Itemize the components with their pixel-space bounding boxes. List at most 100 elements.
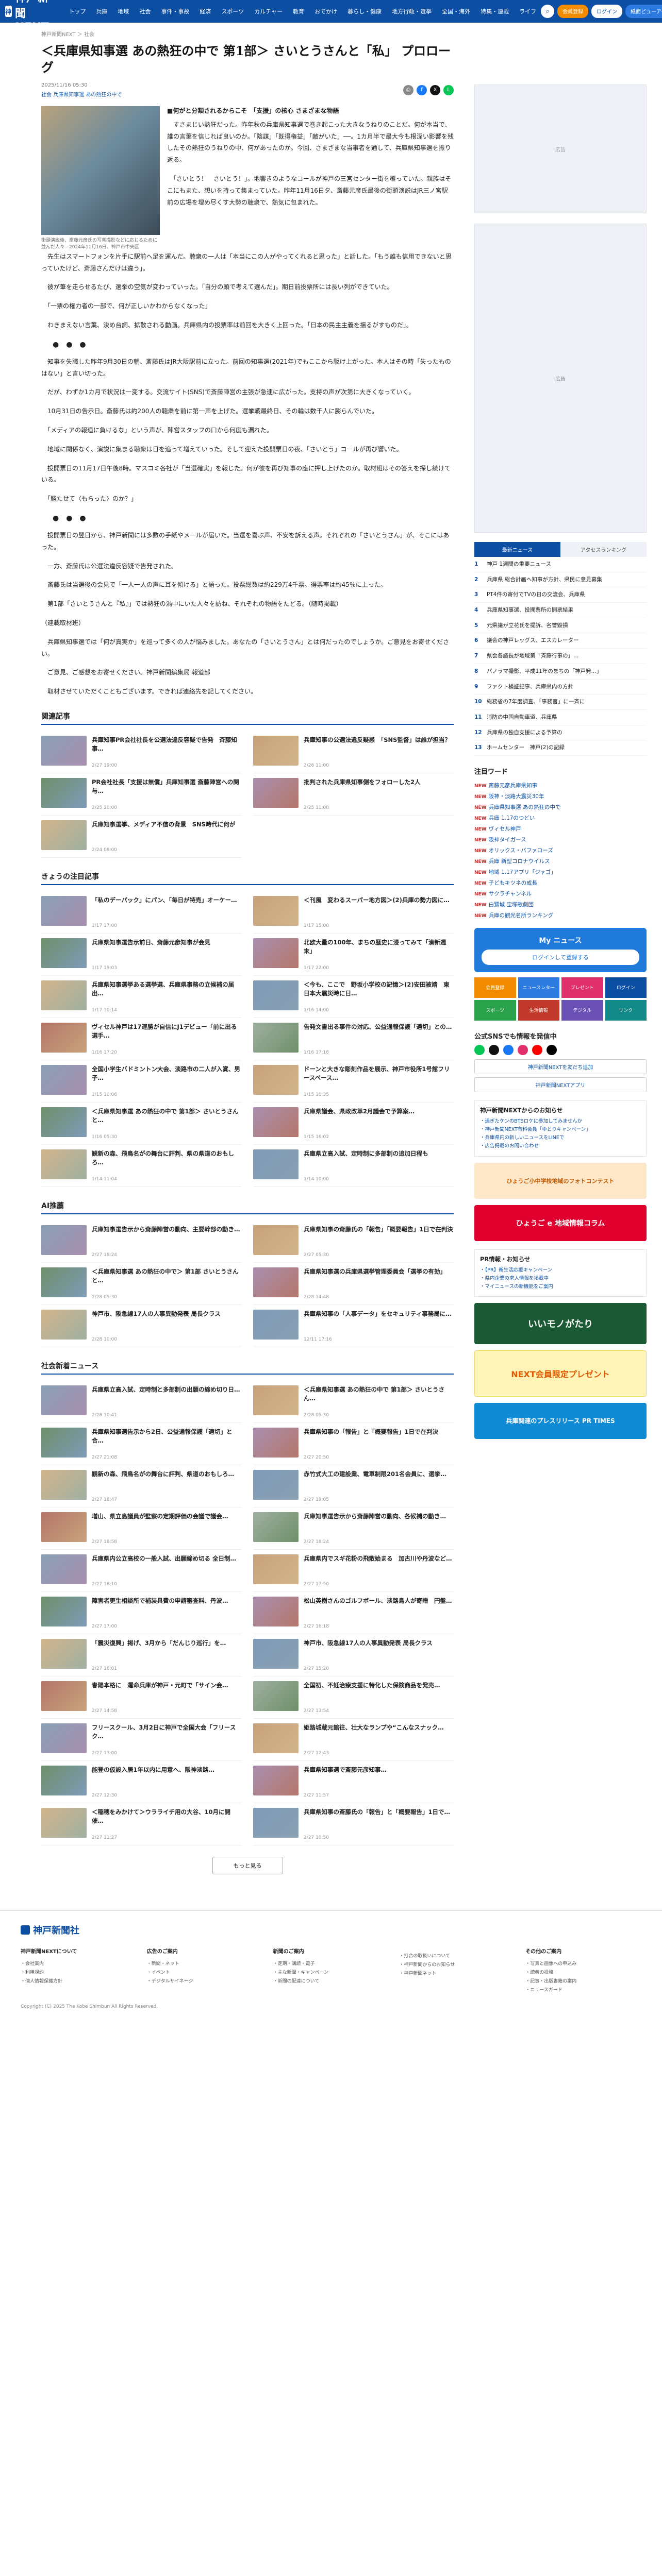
news-title[interactable]: 兵庫県知事選の兵庫県選挙管理委員会「選挙の有効」 bbox=[304, 1267, 454, 1293]
instagram-icon[interactable] bbox=[518, 1044, 528, 1055]
news-card[interactable]: 兵庫県知事の「報告」と「概要報告」1日で在判決 2/27 20:50 bbox=[253, 1423, 454, 1465]
news-card[interactable]: ＜刊風 変わるスーパー地方図＞(2)兵庫の勢力図に… 1/17 15:00 bbox=[253, 891, 454, 934]
news-title[interactable]: 兵庫知事選告示から斎藤陣営の動向、主要幹部の動き… bbox=[92, 1225, 242, 1251]
feature-tile[interactable]: プレゼント bbox=[561, 977, 603, 998]
news-card[interactable]: 批判された兵庫県知事側をフォローした2人 2/25 11:00 bbox=[253, 773, 454, 816]
x-icon[interactable]: X bbox=[430, 84, 440, 95]
news-card[interactable]: 春陽本格に 運命兵庫が神戸・元町で「サイン会… 2/27 14:58 bbox=[41, 1676, 242, 1719]
nav-item[interactable]: 全国・海外 bbox=[437, 4, 475, 19]
news-card[interactable]: 兵庫知事PR会社社長を公選法違反容疑で告発 斉藤知事… 2/27 19:00 bbox=[41, 731, 242, 773]
ranking-item[interactable]: 2 兵庫県 総合計画へ知事が方針、県民に意見募集 bbox=[474, 572, 647, 588]
news-card[interactable]: ヴィセル神戸は17連勝が自信にJ1デビュー「前に出る選手… 1/16 17:20 bbox=[41, 1018, 242, 1060]
news-title[interactable]: 兵庫県知事選告示から2日、公益通報保護「適切」と合… bbox=[92, 1428, 242, 1453]
news-title[interactable]: PR会社社長「支援は無償」兵庫知事選 斎藤陣営への関与… bbox=[92, 778, 242, 804]
news-card[interactable]: 兵庫知事選告示から斎藤陣営の動向、主要幹部の動き… 2/27 18:24 bbox=[41, 1221, 242, 1263]
news-title[interactable]: 「私のデーパック」にパン、「毎日が特売」オーケー… bbox=[92, 896, 242, 922]
news-card[interactable]: ＜稲穂をみかけて＞ウラライチ用の大谷、10月に開催… 2/27 11:27 bbox=[41, 1803, 242, 1845]
news-card[interactable]: 兵庫県内でスギ花粉の飛散始まる 加古川や丹波など… 2/27 17:50 bbox=[253, 1550, 454, 1592]
news-card[interactable]: 観新の森、飛鳥名がの舞台に評判、県の県道のおもしろ… 1/14 11:04 bbox=[41, 1145, 242, 1187]
news-title[interactable]: フリースクール、3月2日に神戸で全国大会「フリースク… bbox=[92, 1723, 242, 1749]
news-card[interactable]: 赤竹式大工の建設業、電車制限201名会員に、選挙… 2/27 19:05 bbox=[253, 1465, 454, 1507]
news-title[interactable]: 全国初、不妊治療支援に特化した保険商品を発売… bbox=[304, 1681, 454, 1707]
notice-link[interactable]: ・神戸新聞NEXT有料会員「ゆとりキャンペーン」 bbox=[480, 1126, 641, 1134]
news-card[interactable]: 兵庫県議会、県政改革2月議会で予算案… 1/15 16:02 bbox=[253, 1103, 454, 1145]
news-card[interactable]: 兵庫県知事の斎藤氏の「報告」と「概要報告」1日で… 2/27 10:50 bbox=[253, 1803, 454, 1845]
attention-item[interactable]: NEW 阪神タイガース bbox=[474, 834, 647, 845]
notice-link[interactable]: ・県内企業の求人情報を掲載中 bbox=[480, 1275, 641, 1283]
feature-tile[interactable]: 生活情報 bbox=[518, 999, 559, 1021]
footer-link[interactable]: ・神戸新聞ネット bbox=[399, 1969, 515, 1977]
news-title[interactable]: ＜今も、ここで 野坂小学校の記憶＞(2)安田被靖 東日本大震災時に日… bbox=[304, 980, 454, 1006]
news-card[interactable]: 北欧大量の100年、まちの歴史に浸ってみて「湊新週末」 1/17 22:00 bbox=[253, 934, 454, 976]
print-icon[interactable]: ⎙ bbox=[403, 84, 413, 95]
news-card[interactable]: 姫路城蔵元館往、壮大なランプや“こんなスナック… 2/27 12:43 bbox=[253, 1719, 454, 1761]
news-title[interactable]: 兵庫県内でスギ花粉の飛散始まる 加古川や丹波など… bbox=[304, 1554, 454, 1580]
news-title[interactable]: 批判された兵庫県知事側をフォローした2人 bbox=[304, 778, 454, 804]
column-banner[interactable]: ひょうご e 地域情報コラム bbox=[474, 1205, 647, 1241]
app-button[interactable]: 神戸新聞NEXTアプリ bbox=[474, 1077, 647, 1092]
search-icon[interactable]: ⌕ bbox=[541, 5, 555, 18]
news-title[interactable]: ＜兵庫県知事選 あの熱狂の中で 第1部＞ さいとうさんと… bbox=[92, 1107, 242, 1133]
nav-item[interactable]: トップ bbox=[64, 4, 90, 19]
news-card[interactable]: 兵庫県知事の斎藤氏の「報告」「概要報告」1日で在判決 2/27 05:30 bbox=[253, 1221, 454, 1263]
news-card[interactable]: フリースクール、3月2日に神戸で全国大会「フリースク… 2/27 13:00 bbox=[41, 1719, 242, 1761]
news-card[interactable]: 「震災復興」掲げ、3月から「だんじり巡行」を… 2/27 16:01 bbox=[41, 1634, 242, 1676]
news-card[interactable]: ＜兵庫県知事選 あの熱狂の中で 第1部＞ さいとうさんと… 1/16 05:30 bbox=[41, 1103, 242, 1145]
news-title[interactable]: 赤竹式大工の建設業、電車制限201名会員に、選挙… bbox=[304, 1470, 454, 1496]
line-icon[interactable]: L bbox=[443, 84, 454, 95]
ranking-item[interactable]: 5 元県議が立花氏を提訴、名誉毀損 bbox=[474, 618, 647, 634]
iimono-banner[interactable]: いいモノがたり bbox=[474, 1302, 647, 1344]
nav-item[interactable]: 地方行政・選挙 bbox=[387, 4, 436, 19]
news-title[interactable]: 「震災復興」掲げ、3月から「だんじり巡行」を… bbox=[92, 1639, 242, 1665]
news-card[interactable]: ＜兵庫県知事選 あの熱狂の中で 第1部＞ さいとうさん… 2/28 05:30 bbox=[253, 1381, 454, 1423]
attention-item[interactable]: NEW 兵庫 1.17のつどい bbox=[474, 812, 647, 823]
news-title[interactable]: 兵庫県知事選挙ある選挙選、兵庫県事務の立候補の届出… bbox=[92, 980, 242, 1006]
x-icon[interactable] bbox=[489, 1044, 499, 1055]
news-card[interactable]: 兵庫県知事選で斎藤元彦知事… 2/27 11:57 bbox=[253, 1761, 454, 1803]
prtimes-banner[interactable]: 兵庫関連のプレスリリース PR TIMES bbox=[474, 1402, 647, 1439]
nav-item[interactable]: ライフ bbox=[515, 4, 541, 19]
attention-item[interactable]: NEW サクラチャンネル bbox=[474, 888, 647, 899]
line-friend-button[interactable]: 神戸新聞NEXTを友だち追加 bbox=[474, 1059, 647, 1074]
news-card[interactable]: 全国小学生バドミントン大会、淡路市の二人が入賞、男子… 1/15 10:06 bbox=[41, 1060, 242, 1103]
news-card[interactable]: 神戸市、阪急線17人の人事異動発表 局長クラス 2/27 15:20 bbox=[253, 1634, 454, 1676]
attention-item[interactable]: NEW 斎藤元彦兵庫県知事 bbox=[474, 780, 647, 791]
footer-link[interactable]: ・記事・出版書籍の案内 bbox=[525, 1976, 641, 1985]
news-card[interactable]: 全国初、不妊治療支援に特化した保険商品を発売… 2/27 13:54 bbox=[253, 1676, 454, 1719]
news-title[interactable]: 兵庫県知事の斎藤氏の「報告」「概要報告」1日で在判決 bbox=[304, 1225, 454, 1251]
news-title[interactable]: 兵庫県知事の「人事データ」をセキュリティ事務局に… bbox=[304, 1310, 454, 1335]
nav-item[interactable]: 地域 bbox=[113, 4, 134, 19]
line-icon[interactable] bbox=[474, 1044, 485, 1055]
notice-link[interactable]: ・マイニュースの新機能をご案内 bbox=[480, 1283, 641, 1291]
attention-item[interactable]: NEW 地域 1.17アプリ「ジャゴ」 bbox=[474, 867, 647, 877]
news-title[interactable]: 能登の仮設入居1年以内に用意へ、阪神淡路… bbox=[92, 1766, 242, 1791]
nav-item[interactable]: 兵庫 bbox=[91, 4, 112, 19]
news-title[interactable]: 兵庫県知事の斎藤氏の「報告」と「概要報告」1日で… bbox=[304, 1808, 454, 1834]
news-card[interactable]: PR会社社長「支援は無償」兵庫知事選 斎藤陣営への関与… 2/25 20:00 bbox=[41, 773, 242, 816]
footer-link[interactable]: ・定期・購読・電子 bbox=[273, 1959, 389, 1968]
footer-link[interactable]: ・主な新聞・キャンペーン bbox=[273, 1968, 389, 1976]
ranking-item[interactable]: 10 総務省の7年度調査、「事務官」に一斉に bbox=[474, 694, 647, 710]
nav-item[interactable]: おでかけ bbox=[310, 4, 342, 19]
tiktok-icon[interactable] bbox=[547, 1044, 557, 1055]
news-title[interactable]: 増山、県立島議員が監察の定期評価の会議で議会… bbox=[92, 1512, 242, 1538]
tab-access-ranking[interactable]: アクセスランキング bbox=[560, 542, 647, 557]
attention-item[interactable]: NEW 兵庫の観光名所ランキング bbox=[474, 910, 647, 921]
news-card[interactable]: 兵庫知事選告示から斎藤陣営の動向、各候補の動き… 2/27 18:24 bbox=[253, 1507, 454, 1550]
login-button[interactable]: ログイン bbox=[591, 5, 623, 18]
footer-link[interactable]: ・デジタルサイネージ bbox=[147, 1976, 263, 1985]
news-title[interactable]: ＜兵庫県知事選 あの熱狂の中で 第1部＞ さいとうさん… bbox=[304, 1385, 454, 1411]
news-title[interactable]: 観新の森、飛鳥名がの舞台に評判、県道のおもしろ… bbox=[92, 1470, 242, 1496]
tab-latest-news[interactable]: 最新ニュース bbox=[474, 542, 560, 557]
member-register-button[interactable]: 会員登録 bbox=[557, 5, 589, 18]
news-card[interactable]: 兵庫県知事選告示から2日、公益通報保護「適切」と合… 2/27 21:08 bbox=[41, 1423, 242, 1465]
footer-link[interactable]: ・神戸新聞からのお知らせ bbox=[399, 1960, 515, 1969]
news-title[interactable]: ＜刊風 変わるスーパー地方図＞(2)兵庫の勢力図に… bbox=[304, 896, 454, 922]
news-title[interactable]: 兵庫県知事選で斎藤元彦知事… bbox=[304, 1766, 454, 1791]
footer-link[interactable]: ・読者の投稿 bbox=[525, 1968, 641, 1976]
news-title[interactable]: 兵庫県議会、県政改革2月議会で予算案… bbox=[304, 1107, 454, 1133]
news-card[interactable]: ＜今も、ここで 野坂小学校の記憶＞(2)安田被靖 東日本大震災時に日… 1/16 … bbox=[253, 976, 454, 1018]
footer-logo[interactable]: 神戸新聞社 bbox=[21, 1923, 641, 1937]
nav-item[interactable]: 社会 bbox=[135, 4, 155, 19]
feature-tile[interactable]: ログイン bbox=[605, 977, 647, 998]
